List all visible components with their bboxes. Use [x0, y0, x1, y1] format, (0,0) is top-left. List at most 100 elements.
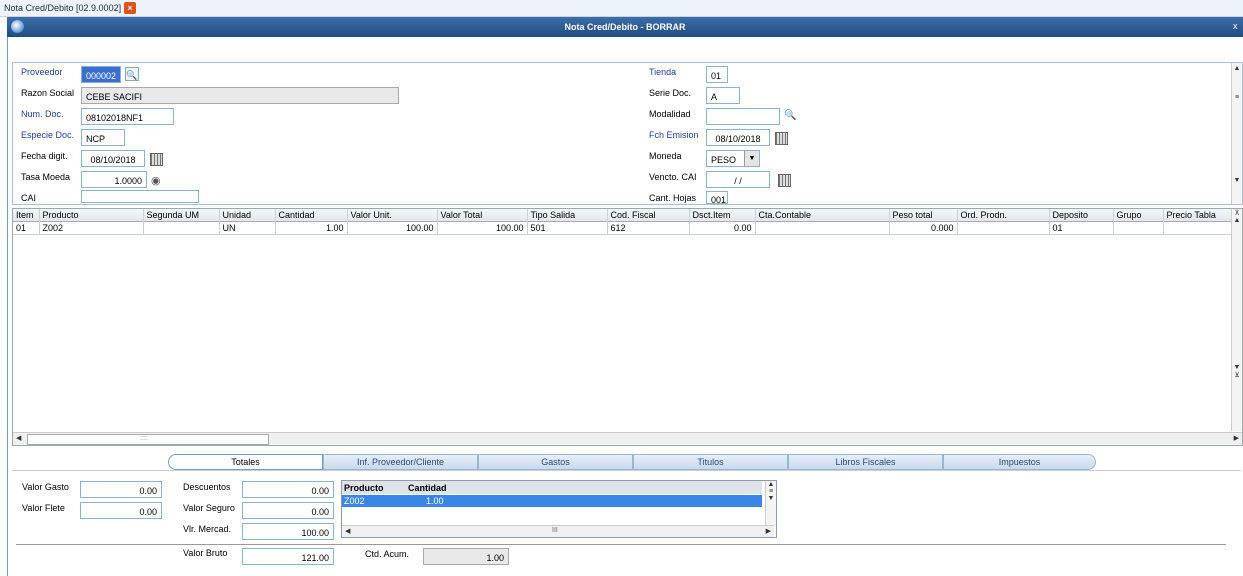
mini-grid-cell-producto: Z002 [344, 496, 365, 506]
grid-column-header[interactable]: Segunda UM [143, 209, 220, 222]
tab-impuestos[interactable]: Impuestos [943, 454, 1096, 470]
scroll-down-icon[interactable]: ▼ [1232, 177, 1242, 184]
header-form-panel: Proveedor 000002 🔍 Razon Social CEBE SAC… [12, 62, 1243, 205]
valor-bruto-field[interactable]: 121.00 [242, 548, 334, 565]
grid-cell[interactable]: 501 [527, 221, 608, 235]
grid-cell[interactable]: UN [219, 221, 276, 235]
grid-cell[interactable] [755, 221, 890, 235]
vlr-mercad-label: Vlr. Mercad. [183, 524, 232, 534]
ctd-acum-field[interactable]: 1.00 [423, 548, 509, 565]
tab-gastos[interactable]: Gastos [478, 454, 633, 470]
scroll-page-up-icon[interactable]: ▲ [1232, 217, 1242, 224]
grid-column-header[interactable]: Cta.Contable [755, 209, 890, 222]
grid-horizontal-scrollbar[interactable]: ◀ :::: ▶ [13, 432, 1242, 445]
fch-emision-field[interactable]: 08/10/2018 [706, 129, 770, 146]
grid-cell[interactable]: 0.000 [889, 221, 958, 235]
header-vertical-scrollbar[interactable]: ▲ ≡ ▼ [1231, 63, 1242, 204]
grid-cell[interactable] [957, 221, 1050, 235]
document-tab-label[interactable]: Nota Cred/Debito [02.9.0002] [4, 3, 121, 13]
grid-column-header[interactable]: Dsct.Item [689, 209, 756, 222]
especie-doc-field[interactable]: NCP [81, 129, 125, 146]
grid-cell[interactable] [1163, 221, 1233, 235]
mini-grid-horizontal-scrollbar[interactable]: ◀ III ▶ [342, 525, 774, 537]
cant-hojas-field[interactable]: 001 [706, 191, 728, 204]
grid-column-header[interactable]: Producto [39, 209, 144, 222]
scroll-right-icon[interactable]: ▶ [766, 527, 771, 535]
grid-column-header[interactable]: Valor Unit. [347, 209, 438, 222]
tab-totales[interactable]: Totales [168, 454, 323, 470]
scroll-up-icon[interactable]: ▲ [766, 481, 776, 488]
grid-column-header[interactable]: Item [13, 209, 40, 222]
ctd-acum-label: Ctd. Acum. [365, 549, 410, 559]
grid-column-header[interactable]: Unidad [219, 209, 276, 222]
valor-flete-field[interactable]: 0.00 [80, 502, 162, 519]
modalidad-field[interactable] [706, 108, 780, 125]
grid-cell[interactable]: 612 [607, 221, 690, 235]
grid-cell[interactable]: 1.00 [275, 221, 348, 235]
scroll-up-icon[interactable]: ▲ [1232, 65, 1242, 72]
num-doc-field[interactable]: 08102018NF1 [81, 108, 174, 125]
grid-column-header[interactable]: Grupo [1113, 209, 1164, 222]
vlr-mercad-field[interactable]: 100.00 [242, 523, 334, 540]
scroll-top-icon[interactable]: ⊼ [1232, 209, 1242, 217]
close-tab-icon[interactable]: × [124, 2, 136, 14]
grid-cell[interactable]: 01 [1049, 221, 1114, 235]
mini-grid-header: Producto Cantidad [342, 481, 762, 494]
scroll-left-icon[interactable]: ◀ [16, 434, 21, 442]
grid-cell[interactable]: 100.00 [347, 221, 438, 235]
grid-column-header[interactable]: Ord. Prodn. [957, 209, 1050, 222]
moneda-select[interactable]: PESO ▼ [706, 150, 760, 167]
descuentos-field[interactable]: 0.00 [242, 481, 334, 498]
grid-cell[interactable]: Z002 [39, 221, 144, 235]
chevron-down-icon[interactable]: ▼ [744, 151, 759, 166]
calendar-icon[interactable] [150, 153, 163, 166]
grid-cell[interactable] [143, 221, 220, 235]
proveedor-search-icon[interactable]: 🔍 [125, 67, 139, 81]
table-row[interactable]: 01 Z002 UN 1.00 100.00 100.00 501 612 0.00 0.000 0… [13, 221, 1233, 235]
razon-social-field[interactable]: CEBE SACIFI [81, 87, 399, 104]
grid-column-header[interactable]: Valor Total [437, 209, 528, 222]
window-close-icon[interactable]: x [1233, 21, 1238, 31]
grid-vertical-scrollbar[interactable]: ⊼ ▲ ▼ ⊻ [1231, 209, 1242, 431]
table-row[interactable]: Z002 1.00 [342, 495, 762, 507]
grid-cell[interactable]: 01 [13, 221, 40, 235]
valor-gasto-field[interactable]: 0.00 [80, 481, 162, 498]
tienda-field[interactable]: 01 [706, 66, 728, 83]
serie-doc-field[interactable]: A [706, 87, 740, 104]
tab-titulos[interactable]: Titulos [633, 454, 788, 470]
scroll-right-icon[interactable]: ▶ [1234, 434, 1239, 442]
tab-libros-fiscales[interactable]: Libros Fiscales [788, 454, 943, 470]
tasa-moeda-field[interactable]: 1.0000 [81, 171, 147, 188]
scroll-thumb[interactable]: ≡ [766, 488, 776, 495]
fecha-digit-field[interactable]: 08/10/2018 [81, 150, 145, 167]
grid-column-header[interactable]: Deposito [1049, 209, 1114, 222]
scroll-bottom-icon[interactable]: ⊻ [1232, 371, 1242, 379]
vencto-cai-field[interactable]: / / [706, 171, 770, 188]
money-icon[interactable]: ◉ [151, 174, 161, 187]
grid-column-header[interactable]: Cantidad [275, 209, 348, 222]
window-title: Nota Cred/Debito - BORRAR [564, 22, 686, 32]
scroll-thumb[interactable]: :::: [27, 434, 269, 445]
grid-column-header[interactable]: Peso total [889, 209, 958, 222]
scroll-thumb[interactable]: ≡ [1232, 94, 1242, 101]
grid-cell[interactable] [1113, 221, 1164, 235]
cai-field[interactable] [81, 190, 199, 203]
product-quantity-grid: Producto Cantidad Z002 1.00 ▲ ≡ ▼ ◀ III … [341, 480, 777, 538]
scroll-left-icon[interactable]: ◀ [345, 527, 350, 535]
valor-seguro-field[interactable]: 0.00 [242, 502, 334, 519]
grid-column-header[interactable]: Precio Tabla [1163, 209, 1233, 222]
calendar-icon[interactable] [775, 132, 788, 145]
calendar-icon[interactable] [778, 174, 791, 187]
grid-cell[interactable]: 100.00 [437, 221, 528, 235]
grid-column-header[interactable]: Tipo Salida [527, 209, 608, 222]
cant-hojas-label: Cant. Hojas [649, 193, 697, 203]
scroll-page-down-icon[interactable]: ▼ [1232, 364, 1242, 371]
mini-grid-vertical-scrollbar[interactable]: ▲ ≡ ▼ [765, 481, 776, 525]
window-title-bar: Nota Cred/Debito - BORRAR x [7, 17, 1243, 37]
modalidad-search-icon[interactable]: 🔍 [784, 110, 796, 121]
grid-column-header[interactable]: Cod. Fiscal [607, 209, 690, 222]
grid-cell[interactable]: 0.00 [689, 221, 756, 235]
scroll-down-icon[interactable]: ▼ [766, 495, 776, 502]
tab-inf-proveedor-cliente[interactable]: Inf. Proveedor/Cliente [323, 454, 478, 470]
proveedor-field[interactable]: 000002 [81, 66, 121, 83]
